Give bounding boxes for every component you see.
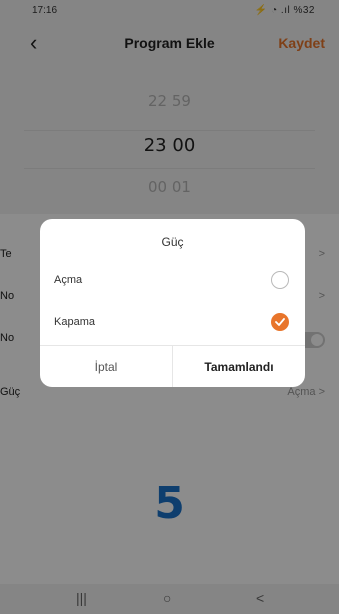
checkmark-icon: [275, 318, 285, 326]
radio-unchecked-icon[interactable]: [271, 271, 289, 289]
radio-checked-icon[interactable]: [271, 313, 289, 331]
done-button[interactable]: Tamamlandı: [173, 346, 305, 387]
dialog-buttons: İptal Tamamlandı: [40, 345, 305, 387]
option-label: Kapama: [54, 316, 95, 328]
cancel-button[interactable]: İptal: [40, 346, 172, 387]
option-label: Açma: [54, 274, 83, 286]
dialog-title: Güç: [161, 235, 184, 249]
dialog-option-on[interactable]: Açma: [40, 263, 305, 299]
power-dialog: Güç Açma Kapama İptal Tamamlandı: [40, 219, 305, 387]
phone-screen: 17:16 ⚡ ◔ .ıl %32 ‹ Program Ekle Kaydet …: [0, 0, 339, 614]
dialog-option-off[interactable]: Kapama: [40, 305, 305, 341]
